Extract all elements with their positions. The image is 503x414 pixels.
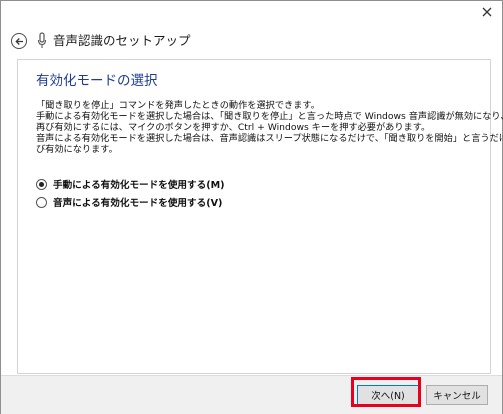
title-bar bbox=[1, 1, 502, 25]
description-line: 再び有効にするには、マイクのボタンを押すか、Ctrl + Windows キーを… bbox=[36, 122, 431, 133]
description-line: び有効になります。 bbox=[36, 144, 118, 155]
cancel-button[interactable]: キャンセル bbox=[426, 385, 488, 405]
button-bar: 次へ(N) キャンセル bbox=[1, 375, 502, 414]
close-button[interactable] bbox=[478, 3, 496, 21]
radio-button[interactable] bbox=[36, 196, 47, 208]
option-label: 手動による有効化モードを使用する(M) bbox=[53, 180, 225, 191]
back-button[interactable] bbox=[11, 33, 27, 49]
close-icon bbox=[482, 7, 492, 17]
page-heading: 有効化モードの選択 bbox=[36, 73, 158, 89]
activation-mode-options: 手動による有効化モードを使用する(M) 音声による有効化モードを使用する(V) bbox=[36, 175, 225, 211]
radio-button-selected[interactable] bbox=[36, 178, 47, 190]
option-voice-activation[interactable]: 音声による有効化モードを使用する(V) bbox=[36, 193, 225, 211]
wizard-title: 音声認識のセットアップ bbox=[53, 33, 191, 48]
microphone-icon bbox=[37, 32, 47, 48]
content-panel: 有効化モードの選択 「聞き取りを停止」コマンドを発声したときの動作を選択できます… bbox=[17, 59, 503, 374]
description-text: 「聞き取りを停止」コマンドを発声したときの動作を選択できます。 手動による有効化… bbox=[36, 100, 503, 155]
description-line: 手動による有効化モードを選択した場合は、「聞き取りを停止」と言った時点で Win… bbox=[36, 111, 503, 122]
next-button[interactable]: 次へ(N) bbox=[357, 385, 419, 405]
back-arrow-icon bbox=[14, 37, 23, 45]
speech-setup-window: 音声認識のセットアップ 有効化モードの選択 「聞き取りを停止」コマンドを発声した… bbox=[0, 0, 503, 414]
option-manual-activation[interactable]: 手動による有効化モードを使用する(M) bbox=[36, 175, 225, 193]
option-label: 音声による有効化モードを使用する(V) bbox=[53, 198, 223, 209]
description-line: 音声による有効化モードを選択した場合は、音声認識はスリープ状態になるだけで、「聞… bbox=[36, 133, 503, 144]
description-line: 「聞き取りを停止」コマンドを発声したときの動作を選択できます。 bbox=[36, 100, 320, 111]
wizard-header: 音声認識のセットアップ bbox=[1, 25, 502, 59]
